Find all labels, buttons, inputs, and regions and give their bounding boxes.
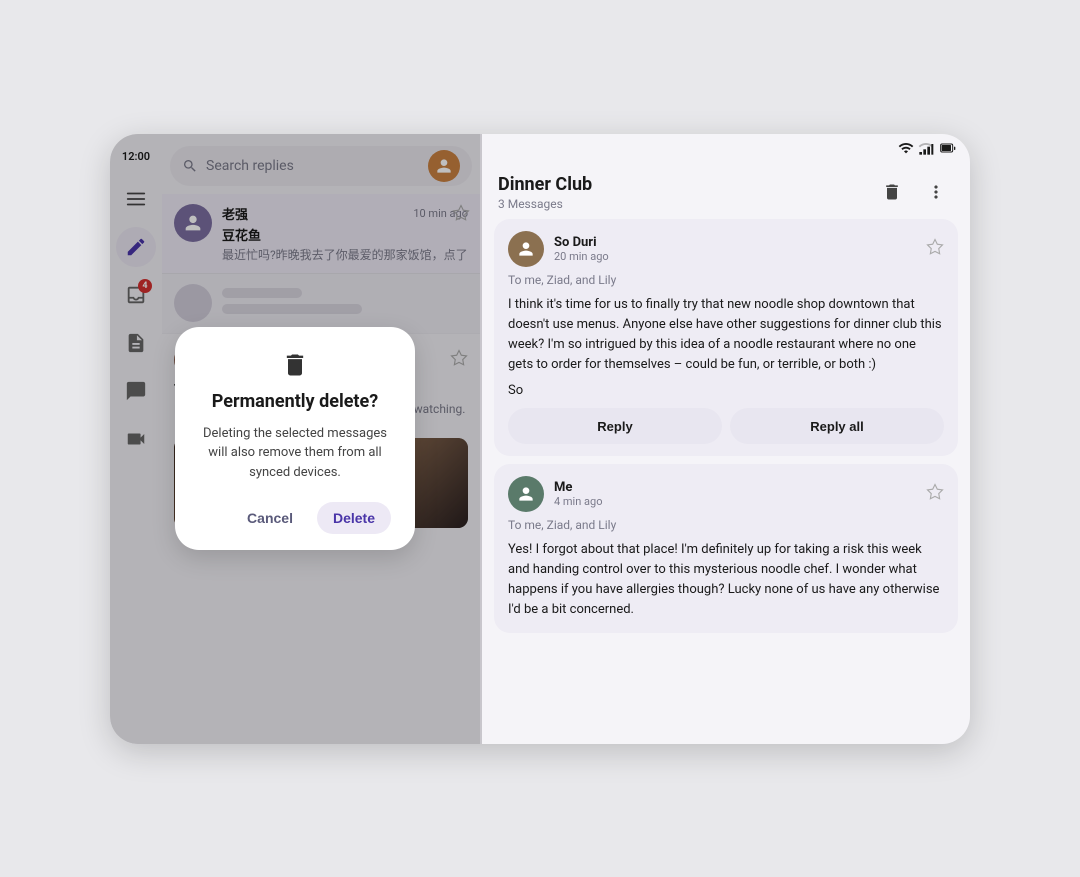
reply-button[interactable]: Reply	[508, 408, 722, 444]
status-bar-right	[482, 134, 970, 162]
msg-body-2: Yes! I forgot about that place! I'm defi…	[508, 540, 944, 621]
dialog-overlay: Permanently delete? Deleting the selecte…	[110, 134, 480, 744]
thread-messages: So Duri 20 min ago To me, Ziad, and Lily…	[482, 219, 970, 744]
dialog-title: Permanently delete?	[199, 391, 391, 412]
message-header-1: So Duri 20 min ago	[508, 231, 944, 267]
thread-title: Dinner Club	[498, 174, 874, 195]
msg-sender-info-1: So Duri 20 min ago	[554, 235, 916, 263]
msg-avatar-2	[508, 476, 544, 512]
msg-time-2: 4 min ago	[554, 495, 916, 508]
wifi-icon	[898, 140, 914, 156]
reply-actions-1: Reply Reply all	[508, 408, 944, 444]
dialog-actions: Cancel Delete	[199, 502, 391, 534]
msg-sender-name-1: So Duri	[554, 235, 916, 250]
thread-header-left: Dinner Club 3 Messages	[498, 174, 874, 211]
msg-to-1: To me, Ziad, and Lily	[508, 273, 944, 287]
delete-dialog: Permanently delete? Deleting the selecte…	[175, 327, 415, 551]
delete-button[interactable]: Delete	[317, 502, 391, 534]
device-frame: 12:00 4	[110, 134, 970, 744]
message-header-2: Me 4 min ago	[508, 476, 944, 512]
star-icon-msg-2[interactable]	[926, 483, 944, 505]
cancel-button[interactable]: Cancel	[231, 502, 309, 534]
msg-sign-1: So	[508, 383, 944, 398]
left-panel: 12:00 4	[110, 134, 480, 744]
delete-thread-button[interactable]	[874, 174, 910, 210]
dialog-icon	[199, 351, 391, 379]
msg-sender-info-2: Me 4 min ago	[554, 480, 916, 508]
delete-icon	[882, 182, 902, 202]
more-options-button[interactable]	[918, 174, 954, 210]
header-actions	[874, 174, 954, 210]
msg-avatar-1	[508, 231, 544, 267]
signal-icon	[918, 140, 934, 156]
right-panel: Dinner Club 3 Messages	[482, 134, 970, 744]
message-card-2: Me 4 min ago To me, Ziad, and Lily Yes! …	[494, 464, 958, 633]
more-vert-icon	[926, 182, 946, 202]
reply-all-button[interactable]: Reply all	[730, 408, 944, 444]
message-card-1: So Duri 20 min ago To me, Ziad, and Lily…	[494, 219, 958, 457]
msg-sender-name-2: Me	[554, 480, 916, 495]
msg-time-1: 20 min ago	[554, 250, 916, 263]
msg-to-2: To me, Ziad, and Lily	[508, 518, 944, 532]
thread-count: 3 Messages	[498, 197, 874, 211]
msg-body-1: I think it's time for us to finally try …	[508, 295, 944, 376]
star-icon-msg-1[interactable]	[926, 238, 944, 260]
battery-icon	[938, 140, 958, 156]
thread-header: Dinner Club 3 Messages	[482, 162, 970, 219]
dialog-body: Deleting the selected messages will also…	[199, 424, 391, 483]
